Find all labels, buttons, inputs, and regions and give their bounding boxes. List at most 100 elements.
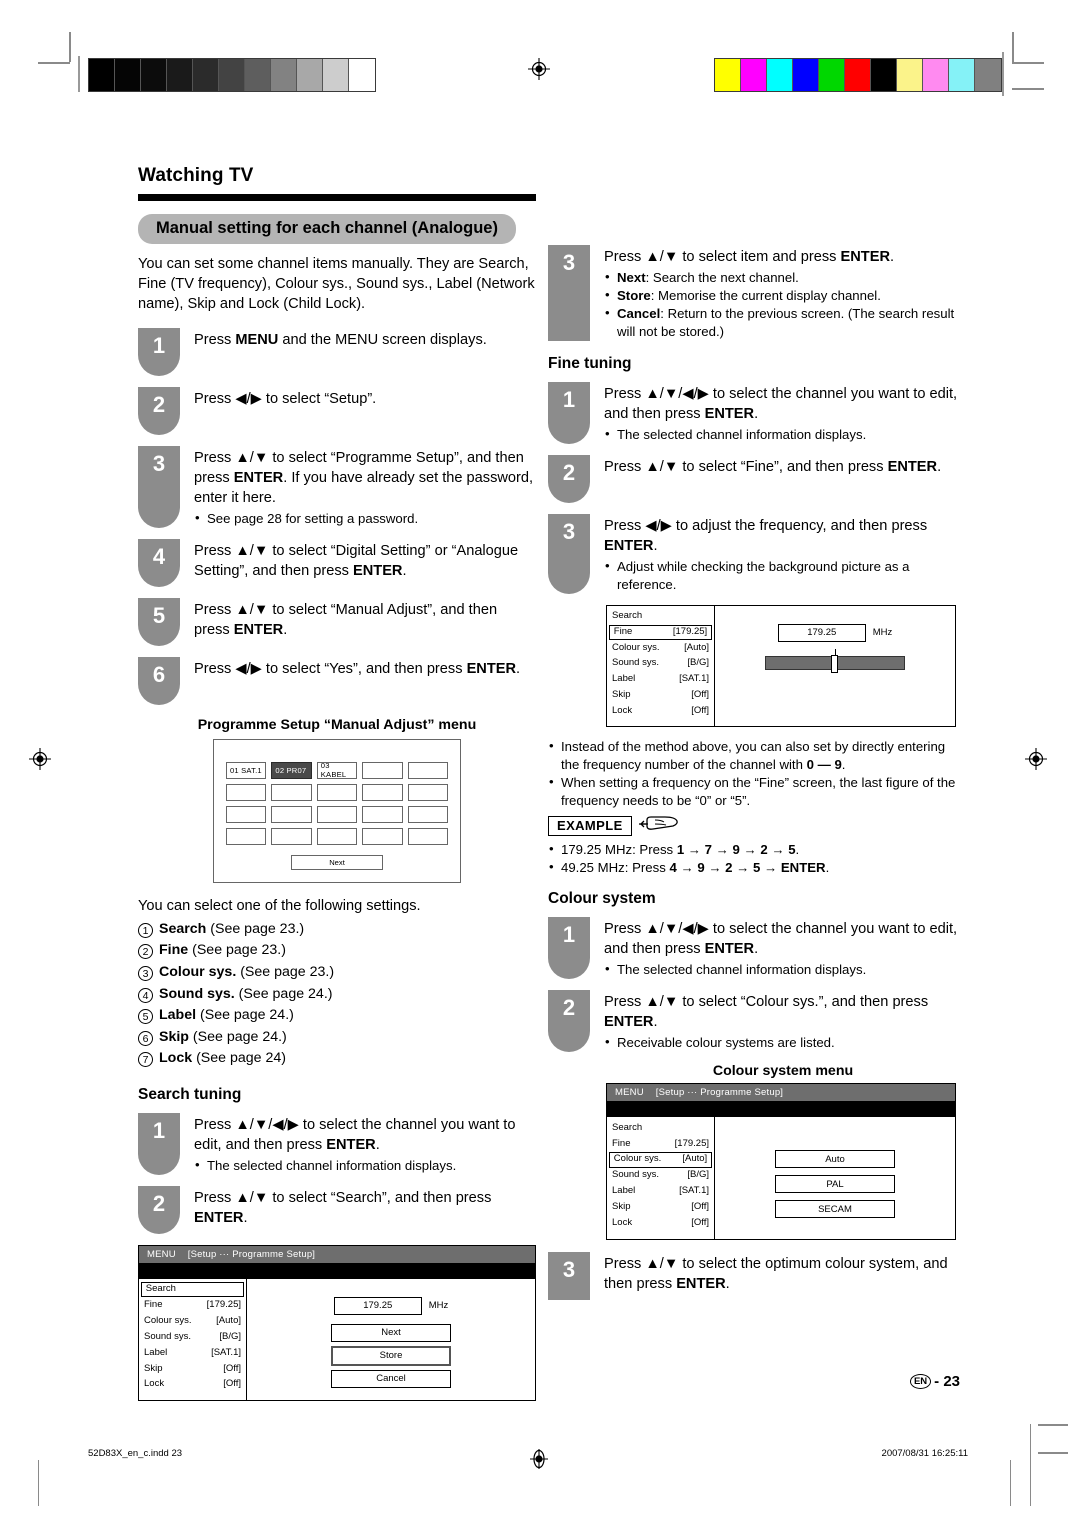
item-number: 1 [138, 922, 153, 938]
osd-row[interactable]: Colour sys. [Auto] [609, 1152, 712, 1168]
step-number-badge: 3 [548, 513, 590, 594]
step-text: Press ◀/▶ to select “Yes”, and then pres… [194, 660, 521, 677]
channel-cell[interactable] [316, 827, 358, 845]
osd-row[interactable]: Fine [179.25] [139, 1297, 246, 1313]
item-text: Skip (See page 24.) [159, 1028, 287, 1045]
channel-cell[interactable] [271, 805, 312, 823]
osd-row-value: [Off] [691, 689, 709, 701]
colour-option-button[interactable]: PAL [775, 1175, 895, 1194]
osd-row-label: Lock [612, 1216, 633, 1228]
channel-cell[interactable] [407, 827, 448, 845]
osd-row[interactable]: Search [607, 1120, 714, 1136]
manual-adjust-screen: 01 SAT.1 02 PR07 03 KABEL Next [213, 738, 461, 883]
manual-page: Watching TV Manual setting for each chan… [0, 0, 1080, 1528]
osd-button[interactable]: Next [331, 1323, 451, 1342]
osd-header-band-colour [607, 1101, 955, 1118]
step-bullets: The selected channel information display… [604, 960, 960, 979]
channel-cell[interactable] [226, 783, 267, 801]
osd-row[interactable]: Label [SAT.1] [607, 1183, 714, 1199]
folio-language-badge: EN [909, 1374, 932, 1389]
footer-timestamp: 2007/08/31 16:25:11 [881, 1448, 968, 1459]
channel-cell[interactable] [226, 805, 267, 823]
osd-row[interactable]: Lock [Off] [607, 704, 714, 720]
fine-tuning-notes: Instead of the method above, you can als… [548, 737, 960, 810]
osd-row-value: [B/G] [219, 1330, 241, 1342]
step-row: 1 Press ▲/▼/◀/▶ to select the channel you… [548, 917, 960, 980]
setting-item: 7 Lock (See page 24) [138, 1048, 536, 1070]
example-item: 179.25 MHz: Press 1 → 7 → 9 → 2 → 5. [548, 840, 960, 859]
channel-cell[interactable] [407, 783, 448, 801]
step-number-badge: 1 [138, 327, 180, 376]
osd-row[interactable]: Colour sys. [Auto] [139, 1313, 246, 1329]
frequency-slider[interactable] [765, 648, 905, 673]
bullet-item: Cancel: Return to the previous screen. (… [604, 304, 960, 341]
channel-cell[interactable] [362, 783, 403, 801]
bullet-item: The selected channel information display… [604, 425, 960, 444]
osd-item-list-colour: Search Fine [179.25] Colour sys. [Auto] Sound… [607, 1117, 715, 1240]
step-row: 3 Press ◀/▶ to adjust the frequency, and … [548, 513, 960, 594]
osd-row[interactable]: Search [141, 1281, 244, 1298]
osd-row-label: Search [612, 610, 643, 622]
frequency-unit: MHz [428, 1300, 449, 1312]
osd-menu-title: MENU [147, 1248, 176, 1260]
channel-cell[interactable] [362, 805, 403, 823]
note-item: When setting a frequency on the “Fine” s… [548, 773, 960, 810]
step-bullets: See page 28 for setting a password. [194, 509, 536, 528]
step-row: 2 Press ▲/▼ to select “Fine”, and then pr… [548, 454, 960, 503]
osd-button[interactable]: Store [331, 1345, 451, 1366]
channel-cell[interactable] [226, 827, 267, 845]
slider-knob[interactable] [830, 654, 838, 673]
channel-cell[interactable] [407, 805, 448, 823]
item-number: 6 [138, 1030, 153, 1046]
channel-cell[interactable]: 01 SAT.1 [226, 761, 267, 779]
colour-option-button[interactable]: SECAM [775, 1200, 895, 1219]
osd-row[interactable]: Colour sys. [Auto] [607, 640, 714, 656]
step-text: Press ▲/▼ to select “Colour sys.”, and t… [604, 990, 960, 1052]
osd-row-label: Lock [144, 1378, 165, 1390]
osd-row[interactable]: Skip [Off] [607, 1199, 714, 1215]
step-number-badge: 1 [138, 1112, 180, 1175]
intro-paragraph: You can set some channel items manually.… [138, 256, 535, 312]
osd-row[interactable]: Skip [Off] [607, 688, 714, 704]
item-number: 2 [138, 944, 153, 960]
example-list: 179.25 MHz: Press 1 → 7 → 9 → 2 → 5.49.2… [548, 840, 960, 877]
step-text: Press ◀/▶ to adjust the frequency, and t… [604, 514, 960, 594]
osd-row[interactable]: Lock [Off] [607, 1215, 714, 1231]
channel-cell[interactable]: 03 KABEL [316, 761, 358, 779]
channel-cell[interactable] [316, 805, 358, 823]
channel-cell[interactable]: 02 PR07 [271, 761, 312, 779]
osd-row[interactable]: Sound sys. [B/G] [139, 1329, 246, 1345]
step-number-badge: 2 [548, 990, 590, 1053]
step-number-badge: 2 [138, 1185, 180, 1234]
osd-row[interactable]: Label [SAT.1] [139, 1345, 246, 1361]
note-item: Instead of the method above, you can als… [548, 737, 960, 774]
frequency-value-fine: 179.25 [777, 623, 866, 642]
osd-item-list: Search Fine [179.25] Colour sys. [Auto] Sound… [139, 1278, 247, 1400]
osd-row[interactable]: Search [607, 609, 714, 625]
osd-button[interactable]: Cancel [331, 1369, 451, 1388]
fine-osd-screen: Search Fine [179.25] Colour sys. [Auto] Sound… [606, 604, 956, 727]
osd-row[interactable]: Sound sys. [B/G] [607, 656, 714, 672]
osd-row[interactable]: Lock [Off] [139, 1377, 246, 1393]
step-row: 3 Press ▲/▼ to select the optimum colour … [548, 1252, 960, 1301]
osd-row[interactable]: Sound sys. [B/G] [607, 1168, 714, 1184]
colour-option-button[interactable]: Auto [775, 1150, 895, 1169]
channel-cell[interactable] [407, 761, 448, 779]
channel-cell[interactable] [362, 761, 403, 779]
osd-header-band [139, 1262, 535, 1279]
osd-row-value: [B/G] [687, 657, 709, 669]
osd-row[interactable]: Label [SAT.1] [607, 672, 714, 688]
channel-cell[interactable] [316, 783, 358, 801]
osd-row[interactable]: Fine [179.25] [607, 1136, 714, 1152]
frequency-display: 179.25 MHz [247, 1296, 535, 1315]
osd-row-label: Label [612, 1184, 636, 1196]
osd-row-label: Colour sys. [144, 1314, 192, 1326]
channel-cell[interactable] [271, 783, 312, 801]
osd-row-label: Colour sys. [612, 641, 660, 653]
osd-row[interactable]: Skip [Off] [139, 1361, 246, 1377]
manual-adjust-next-button[interactable]: Next [291, 854, 383, 870]
step-text: Press ▲/▼ to select “Digital Setting” or… [194, 542, 519, 579]
channel-cell[interactable] [271, 827, 312, 845]
channel-cell[interactable] [362, 827, 403, 845]
osd-row[interactable]: Fine [179.25] [609, 624, 712, 641]
